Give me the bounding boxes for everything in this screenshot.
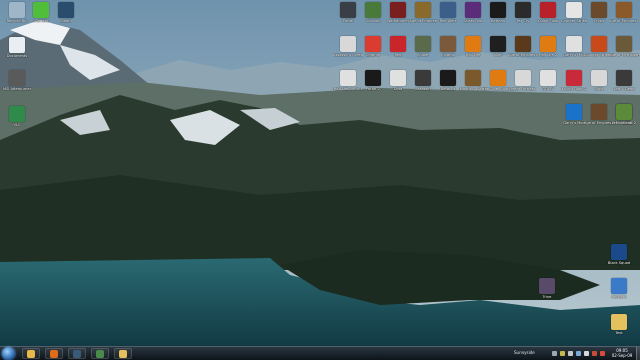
clock-date: 02-Sep-09: [611, 353, 633, 358]
folder-icon: [611, 314, 627, 330]
desktop-icon-label: Documents: [6, 54, 28, 58]
desktop-icon-label: Steam: [60, 19, 72, 23]
document-icon: [9, 37, 25, 53]
steam-icon: [58, 2, 74, 18]
age-of-empires-icon: [415, 2, 431, 18]
gta-iv-icon: [540, 70, 556, 86]
dota-icon: [390, 70, 406, 86]
utorrent-icon: [33, 2, 49, 18]
firefox-icon: [50, 350, 58, 358]
desktop-icon[interactable]: MSI Afterburner: [2, 70, 32, 91]
tray-label: Sunnyside: [514, 350, 535, 355]
clock[interactable]: 09:05 02-Sep-09: [609, 348, 635, 358]
taskbar: Sunnyside 09:05 02-Sep-09: [0, 346, 640, 360]
folder-icon: [119, 350, 127, 358]
team-fortress-icon: [515, 70, 531, 86]
desktop-icon-label: Age of Mythology: [609, 53, 639, 57]
garrys-mod-icon: [566, 36, 582, 52]
desktop-icon[interactable]: Network: [604, 278, 634, 299]
hl-source-icon: [490, 70, 506, 86]
knights-icon: [440, 36, 456, 52]
killing-floor-2-icon: [566, 70, 582, 86]
desktop-icon-label: MSI Afterburner: [2, 87, 32, 91]
alien-icon: [490, 36, 506, 52]
half-life-icon: [465, 36, 481, 52]
saints-row-icon: [465, 2, 481, 18]
desktop-icon-label: Age of Empires II: [609, 19, 639, 23]
counter-strike-icon: [566, 2, 582, 18]
taskbar-app-firefox[interactable]: [45, 348, 63, 359]
explorer-icon: [27, 350, 35, 358]
tray-power-icon[interactable]: [592, 351, 597, 356]
aoe3-icon: [515, 36, 531, 52]
aoe2-icon: [616, 2, 632, 18]
oblivion-game-icon: [365, 2, 381, 18]
taskbar-app-steam[interactable]: [68, 348, 86, 359]
left-4-dead-icon: [616, 70, 632, 86]
gmod-icon: [566, 104, 582, 120]
network-icon: [611, 278, 627, 294]
desktop-icon-label: Left 4 Dead: [613, 87, 635, 91]
taskbar-app-explorer[interactable]: [22, 348, 40, 359]
desktop-icon-label: Network: [611, 295, 627, 299]
desktop-icon[interactable]: Steam: [51, 2, 81, 23]
steam-icon: [73, 350, 81, 358]
desktop-icon[interactable]: Documents: [2, 37, 32, 58]
assassin-icon: [415, 70, 431, 86]
tray-arrow-icon[interactable]: [552, 351, 557, 356]
hl2-ep1-icon: [340, 70, 356, 86]
trine-icon: [539, 278, 555, 294]
tray-flag-icon[interactable]: [568, 351, 573, 356]
sims-icon: [591, 70, 607, 86]
chrome-icon: [365, 36, 381, 52]
desktop-icon[interactable]: Trine: [532, 278, 562, 299]
desktop-icon-label: Black Squad: [607, 261, 631, 265]
portal-2-icon: [365, 70, 381, 86]
tray-volume-icon[interactable]: [584, 351, 589, 356]
killing-floor-icon: [540, 2, 556, 18]
desktop-icon[interactable]: Age of Empires II: [609, 2, 639, 23]
aom-icon: [616, 36, 632, 52]
desktop-icon[interactable]: Left 4 Dead: [609, 70, 639, 91]
minecraft-icon: [616, 104, 632, 120]
desktop-icon-label: Text: [615, 331, 623, 335]
squad-icon: [611, 244, 627, 260]
taskbar-app-folder[interactable]: [114, 348, 132, 359]
portal-game-icon: [340, 2, 356, 18]
desktop-icon-label: Trine: [542, 295, 552, 299]
sniper-icon: [415, 36, 431, 52]
desktop-icon[interactable]: Age of Mythology: [609, 36, 639, 57]
desktop-icon[interactable]: Text: [604, 314, 634, 335]
half-life-2-icon: [540, 36, 556, 52]
vlc-icon: [9, 106, 25, 122]
show-desktop-button[interactable]: [636, 347, 640, 360]
red-alert-icon: [440, 2, 456, 18]
tray-network-icon[interactable]: [600, 351, 605, 356]
deus-ex-icon: [440, 70, 456, 86]
afterburner-icon: [9, 70, 25, 86]
desktop-icon-label: Minecraft: [615, 121, 633, 125]
network-icon: [96, 350, 104, 358]
desktop-icon[interactable]: Minecraft: [609, 104, 639, 125]
recycle-bin-icon: [9, 2, 25, 18]
taskbar-app-network[interactable]: [91, 348, 109, 359]
aoe3-b-icon: [591, 104, 607, 120]
assassins-creed-icon: [340, 36, 356, 52]
windows-start-icon[interactable]: [2, 347, 15, 360]
css-icon: [591, 36, 607, 52]
tray-shield-icon[interactable]: [560, 351, 565, 356]
desktop-icon[interactable]: Black Squad: [604, 244, 634, 265]
desktop-icon[interactable]: VLC: [2, 106, 32, 127]
warhammer-game-icon: [390, 2, 406, 18]
mount-blade-icon: [465, 70, 481, 86]
desktop-icon-label: VLC: [13, 123, 21, 127]
far-cry-icon: [515, 2, 531, 18]
tray-monitor-icon[interactable]: [576, 351, 581, 356]
red-game-icon: [390, 36, 406, 52]
crysis-icon: [591, 2, 607, 18]
batman-icon: [490, 2, 506, 18]
